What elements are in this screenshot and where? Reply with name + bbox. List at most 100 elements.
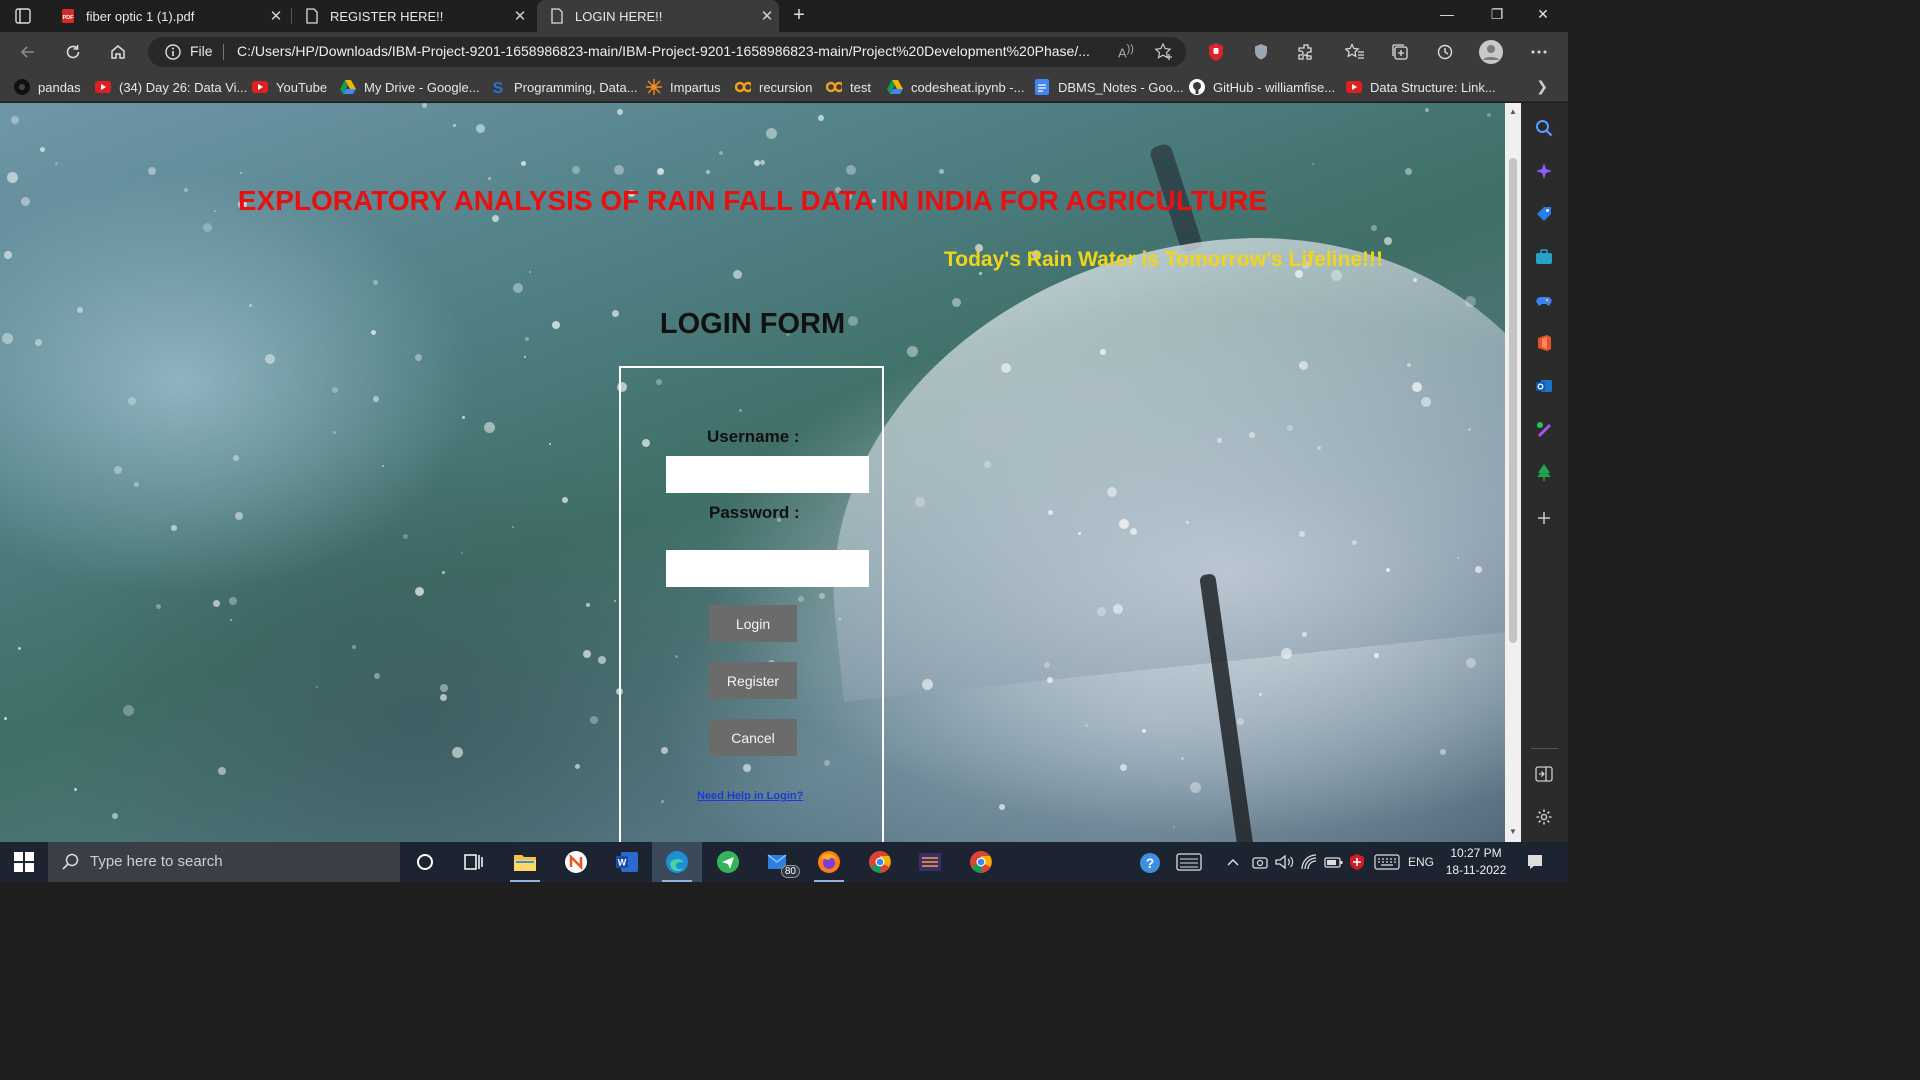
battery-icon[interactable] xyxy=(1324,853,1344,874)
games-icon[interactable] xyxy=(1533,289,1555,311)
tree-icon[interactable] xyxy=(1533,461,1555,483)
collections-icon[interactable] xyxy=(1388,40,1412,64)
add-icon[interactable] xyxy=(1533,507,1555,529)
rain-drop xyxy=(1181,757,1184,760)
tab-actions-icon[interactable] xyxy=(14,7,32,25)
bookmark-my-drive[interactable]: My Drive - Google... xyxy=(340,78,480,96)
task-view-icon[interactable] xyxy=(449,842,499,882)
bookmark-data-structure[interactable]: Data Structure: Link... xyxy=(1346,78,1496,96)
bookmark-youtube[interactable]: YouTube xyxy=(252,78,327,96)
cortana-icon[interactable] xyxy=(400,842,450,882)
clock[interactable]: 10:27 PM 18-11-2022 xyxy=(1440,845,1512,879)
keyboard-layout-icon[interactable] xyxy=(1176,853,1202,874)
copilot-sparkle-icon[interactable] xyxy=(1533,160,1555,182)
shopping-tag-icon[interactable] xyxy=(1533,203,1555,225)
chrome-icon[interactable] xyxy=(956,842,1006,882)
tab-login[interactable]: LOGIN HERE!! ✕ xyxy=(537,0,779,32)
bookmark-dbms-notes[interactable]: DBMS_Notes - Goo... xyxy=(1034,78,1184,96)
url-text[interactable]: C:/Users/HP/Downloads/IBM-Project-9201-1… xyxy=(237,43,1107,59)
bookmark-github[interactable]: GitHub - williamfise... xyxy=(1189,78,1335,96)
youtube-icon xyxy=(95,79,111,95)
bookmark-label: test xyxy=(850,79,871,95)
close-icon[interactable]: ✕ xyxy=(264,7,288,25)
touch-keyboard-icon[interactable] xyxy=(1374,853,1400,874)
vertical-scrollbar[interactable]: ▲ ▼ xyxy=(1505,103,1521,842)
office-icon[interactable] xyxy=(1533,332,1555,354)
adblock-extension-icon[interactable] xyxy=(1204,40,1228,64)
tab-register[interactable]: REGISTER HERE!! ✕ xyxy=(292,0,532,32)
tools-briefcase-icon[interactable] xyxy=(1533,246,1555,268)
wifi-icon[interactable] xyxy=(1300,853,1318,874)
bookmark-test[interactable]: test xyxy=(826,78,871,96)
language-indicator[interactable]: ENG xyxy=(1408,855,1434,869)
tab-fiber-optic-pdf[interactable]: PDF fiber optic 1 (1).pdf ✕ xyxy=(48,0,288,32)
history-icon[interactable] xyxy=(1433,40,1457,64)
close-icon[interactable]: ✕ xyxy=(755,7,779,25)
taskbar-search[interactable]: Type here to search xyxy=(48,842,400,882)
hide-sidebar-icon[interactable] xyxy=(1533,763,1555,785)
bookmark-pandas[interactable]: pandas xyxy=(14,78,81,96)
close-icon[interactable]: ✕ xyxy=(508,7,532,25)
rain-drop xyxy=(7,172,18,183)
new-tab-button[interactable]: + xyxy=(788,5,810,27)
help-icon[interactable]: ? xyxy=(1138,851,1162,878)
volume-icon[interactable] xyxy=(1274,853,1294,874)
word-icon[interactable]: W xyxy=(602,842,652,882)
antivirus-icon[interactable] xyxy=(1348,853,1366,874)
home-button[interactable] xyxy=(106,40,130,64)
favorites-icon[interactable] xyxy=(1343,40,1367,64)
chrome-profile-icon[interactable] xyxy=(855,842,905,882)
bookmark-label: Impartus xyxy=(670,79,721,95)
profile-avatar[interactable] xyxy=(1479,40,1503,64)
chevron-up-icon[interactable] xyxy=(1226,853,1240,874)
read-aloud-icon[interactable]: A)) xyxy=(1118,43,1134,60)
extensions-icon[interactable] xyxy=(1294,40,1318,64)
minimize-icon[interactable]: — xyxy=(1437,6,1457,26)
xampp-icon[interactable] xyxy=(905,842,955,882)
camera-icon[interactable] xyxy=(1252,853,1268,874)
address-bar[interactable]: File C:/Users/HP/Downloads/IBM-Project-9… xyxy=(148,37,1186,67)
messenger-send-icon[interactable] xyxy=(703,842,753,882)
register-button[interactable]: Register xyxy=(709,662,797,699)
gear-icon[interactable] xyxy=(1533,806,1555,828)
rain-drop xyxy=(134,482,139,487)
rain-drop xyxy=(4,251,12,259)
password-input[interactable] xyxy=(666,550,869,587)
cancel-button[interactable]: Cancel xyxy=(709,719,797,756)
scroll-up-icon[interactable]: ▲ xyxy=(1508,107,1518,117)
username-input[interactable] xyxy=(666,456,869,493)
close-window-icon[interactable]: ✕ xyxy=(1533,6,1553,26)
scroll-down-icon[interactable]: ▼ xyxy=(1508,827,1518,837)
bookmark-impartus[interactable]: Impartus xyxy=(646,78,721,96)
bookmark-codesheat[interactable]: codesheat.ipynb -... xyxy=(887,78,1024,96)
file-explorer-icon[interactable] xyxy=(500,842,550,882)
windows-start-icon[interactable] xyxy=(14,852,34,872)
bookmark-label: (34) Day 26: Data Vi... xyxy=(119,79,248,95)
designer-icon[interactable] xyxy=(1533,418,1555,440)
bookmark-programming[interactable]: S Programming, Data... xyxy=(490,78,638,96)
rain-drop xyxy=(440,694,447,701)
login-button[interactable]: Login xyxy=(709,605,797,642)
rain-drop xyxy=(614,600,616,602)
firefox-icon[interactable] xyxy=(804,842,854,882)
edge-icon[interactable] xyxy=(652,842,702,882)
mail-icon[interactable]: 80 xyxy=(754,842,804,882)
bookmark-day26[interactable]: (34) Day 26: Data Vi... xyxy=(95,78,247,96)
help-link[interactable]: Need Help in Login? xyxy=(697,790,803,802)
outlook-icon[interactable] xyxy=(1533,375,1555,397)
chevron-right-icon[interactable]: ❯ xyxy=(1536,78,1548,95)
shield-extension-icon[interactable] xyxy=(1249,40,1273,64)
scroll-thumb[interactable] xyxy=(1509,158,1517,643)
more-options-icon[interactable] xyxy=(1527,40,1551,64)
app-n-icon[interactable] xyxy=(551,842,601,882)
rain-drop xyxy=(114,466,122,474)
back-button[interactable] xyxy=(16,40,40,64)
notifications-icon[interactable] xyxy=(1526,853,1544,874)
refresh-button[interactable] xyxy=(61,40,85,64)
bookmark-recursion[interactable]: recursion xyxy=(735,78,812,96)
rain-drop xyxy=(462,416,465,419)
restore-icon[interactable]: ❐ xyxy=(1487,6,1507,26)
add-favorite-icon[interactable] xyxy=(1154,42,1174,65)
search-icon[interactable] xyxy=(1533,117,1555,139)
info-icon[interactable] xyxy=(164,43,182,61)
